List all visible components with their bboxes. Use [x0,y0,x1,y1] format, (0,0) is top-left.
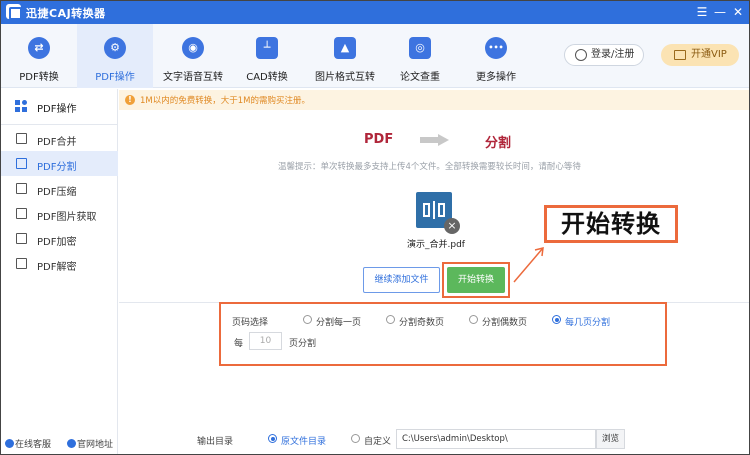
radio-split-every-page[interactable] [303,315,312,324]
notice-text: 1M以内的免费转换，大于1M的需购买注册。 [140,96,310,106]
website-link[interactable]: 官网地址 [67,437,113,450]
sidebar-header-label: PDF操作 [37,104,77,115]
highlight-box-page-options [219,302,667,366]
radio-split-even[interactable] [469,315,478,324]
page-select-label: 页码选择 [232,318,269,328]
radio-source-dir[interactable] [268,434,277,443]
lock-icon [16,233,27,244]
every-prefix: 每 [234,339,244,349]
online-support-link[interactable]: 在线客服 [5,437,51,450]
flow-source-label: PDF [364,132,394,147]
sidebar-item-pdf-image-extract[interactable]: PDF图片获取 [1,201,118,226]
pages-per-split-input[interactable]: 10 [249,332,282,350]
user-icon [575,49,587,61]
app-logo-icon [6,4,22,20]
more-icon: ••• [485,37,507,59]
crown-icon [674,50,686,60]
arrow-right-icon [420,134,450,146]
tip-text: 温馨提示：单次转换最多支持上传4个文件。全部转换需要较长时间，请耐心等待 [278,162,581,172]
sidebar-item-label: PDF分割 [37,162,77,173]
sidebar-item-pdf-split[interactable]: PDF分割 [1,151,118,176]
pdf-convert-icon: ⇄ [28,37,50,59]
option-label: 分割偶数页 [482,318,528,328]
sidebar-item-label: PDF图片获取 [37,212,97,223]
radio-custom-dir[interactable] [351,434,360,443]
tab-more[interactable]: ••• 更多操作 [458,24,534,88]
remove-file-icon[interactable]: × [444,218,460,234]
minimize-icon[interactable]: — [712,4,728,20]
every-suffix: 页分割 [289,339,317,349]
option-label: 每几页分割 [565,318,611,328]
add-files-button[interactable]: 继续添加文件 [363,267,440,293]
sidebar-item-label: PDF加密 [37,237,77,248]
speech-icon: ◉ [182,37,204,59]
tab-label: 更多操作 [476,72,516,83]
radio-split-every-n[interactable] [552,315,561,324]
image-extract-icon [16,208,27,219]
compress-icon [16,183,27,194]
vip-label: 开通VIP [691,49,727,60]
browse-button[interactable]: 浏览 [596,429,625,449]
sidebar-item-pdf-encrypt[interactable]: PDF加密 [1,226,118,251]
app-title: 迅捷CAJ转换器 [26,7,106,20]
globe-icon [67,439,76,448]
login-button[interactable]: 登录/注册 [564,44,644,66]
login-label: 登录/注册 [591,49,635,60]
vip-button[interactable]: 开通VIP [661,44,739,66]
sidebar: PDF操作 PDF合并 PDF分割 PDF压缩 PDF图片获取 PDF加密 PD… [1,89,118,454]
cad-icon: ┴ [256,37,278,59]
highlight-box-start [442,262,510,298]
tab-label: 论文查重 [400,72,440,83]
tab-label: PDF操作 [95,72,135,83]
output-dir-label: 输出目录 [197,437,234,447]
search-icon: ◎ [409,37,431,59]
image-icon: ▲ [334,37,356,59]
split-file-icon [423,201,445,219]
tab-label: CAD转换 [246,72,288,83]
tab-image-format[interactable]: ▲ 图片格式互转 [305,24,385,88]
tab-text-speech[interactable]: ◉ 文字语音互转 [153,24,233,88]
menu-icon[interactable]: ☰ [694,4,710,20]
radio-split-odd[interactable] [386,315,395,324]
option-label: 自定义 [364,437,392,447]
tab-label: 图片格式互转 [315,72,375,83]
sidebar-item-label: PDF合并 [37,137,77,148]
unlock-icon [16,258,27,269]
grid-icon [15,100,28,113]
option-label: 分割奇数页 [399,318,445,328]
tab-pdf-convert[interactable]: ⇄ PDF转换 [1,24,77,88]
warning-icon: ! [125,95,135,105]
gear-icon: ⚙ [104,37,126,59]
main-toolbar: ⇄ PDF转换 ⚙ PDF操作 ◉ 文字语音互转 ┴ CAD转换 ▲ 图片格式互… [1,24,749,88]
split-icon [16,158,27,169]
notice-bar: ! 1M以内的免费转换，大于1M的需购买注册。 [119,90,749,110]
merge-icon [16,133,27,144]
callout-label: 开始转换 [544,205,678,243]
tab-paper-check[interactable]: ◎ 论文查重 [382,24,458,88]
sidebar-item-pdf-compress[interactable]: PDF压缩 [1,176,118,201]
sidebar-item-label: PDF解密 [37,262,77,273]
tab-label: PDF转换 [19,72,59,83]
headset-icon [5,439,14,448]
sidebar-header: PDF操作 [1,89,118,125]
output-path-input[interactable]: C:\Users\admin\Desktop\ [396,429,596,449]
sidebar-item-label: PDF压缩 [37,187,77,198]
title-bar: 迅捷CAJ转换器 ☰ — ✕ [1,1,749,24]
close-icon[interactable]: ✕ [730,4,746,20]
callout-arrow [513,247,544,283]
tab-pdf-operations[interactable]: ⚙ PDF操作 [77,24,153,88]
file-name: 演示_合并.pdf [407,240,465,250]
flow-target-label: 分割 [485,136,512,151]
option-label: 分割每一页 [316,318,362,328]
sidebar-item-pdf-merge[interactable]: PDF合并 [1,126,118,151]
option-label: 原文件目录 [281,437,327,447]
sidebar-item-pdf-decrypt[interactable]: PDF解密 [1,251,118,276]
tab-label: 文字语音互转 [163,72,223,83]
tab-cad-convert[interactable]: ┴ CAD转换 [229,24,305,88]
